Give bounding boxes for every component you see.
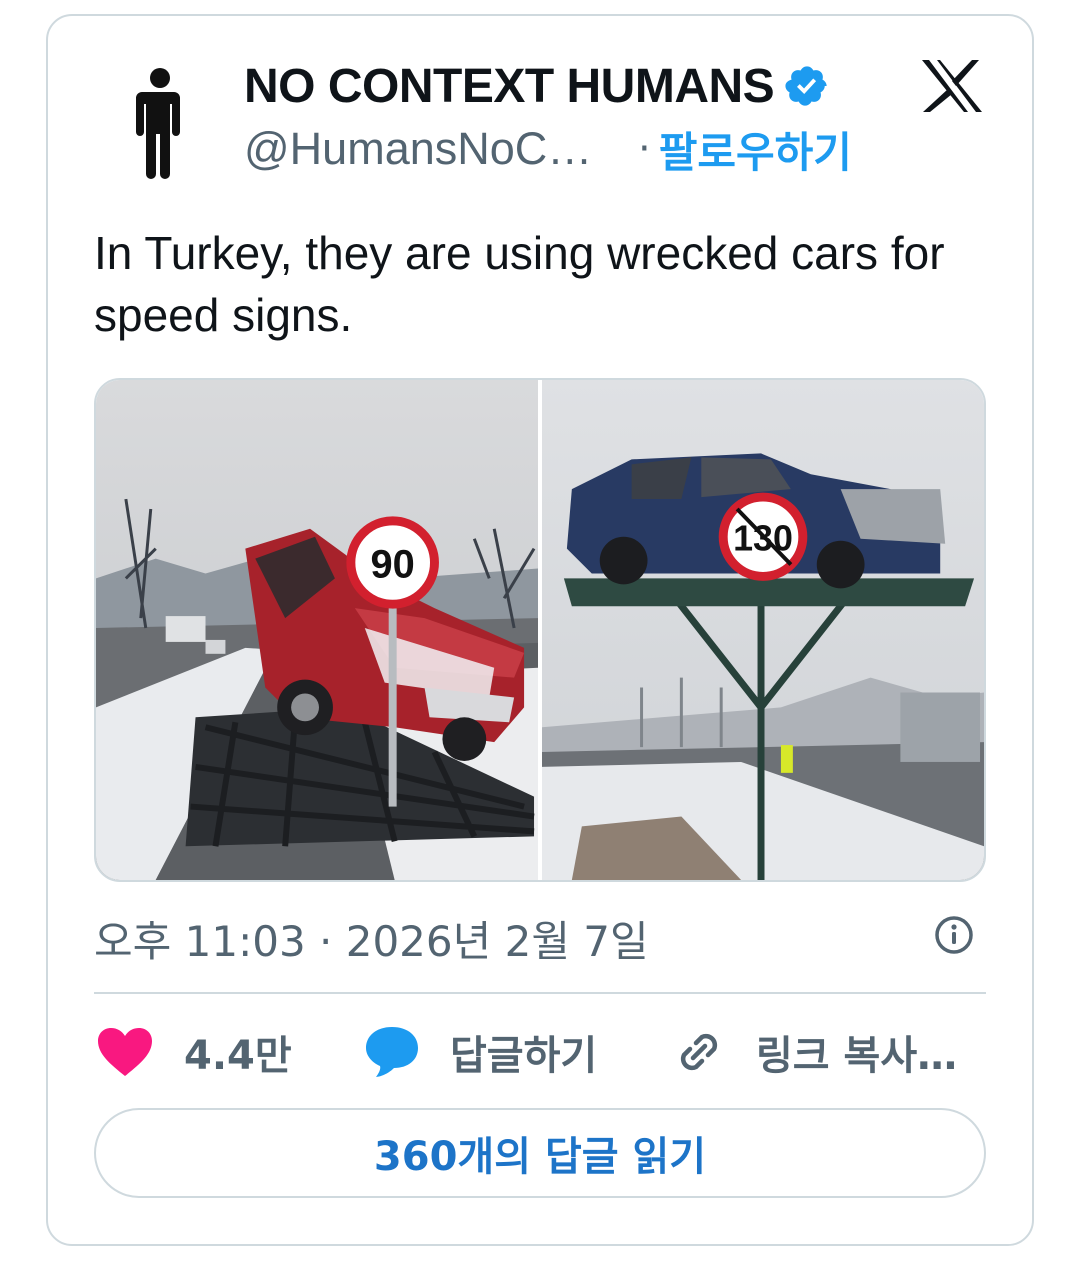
svg-text:90: 90: [371, 542, 415, 586]
heart-icon: [98, 1028, 152, 1076]
verified-badge-icon: [785, 66, 827, 106]
author-handle-row: @HumansNoC… · 팔로우하기: [244, 122, 852, 177]
svg-text:130: 130: [733, 519, 793, 559]
like-count: 4.4만: [184, 1033, 292, 1079]
author-handle[interactable]: @HumansNoC…: [244, 123, 616, 175]
person-silhouette-icon: [96, 58, 224, 186]
separator-dot: ·: [638, 126, 651, 172]
copy-link-label: 링크 복사…: [756, 1033, 958, 1079]
photo-wrecked-blue-car-speed-sign[interactable]: 130: [542, 380, 984, 880]
tweet-timestamp[interactable]: 오후 11:03 · 2026년 2월 7일: [94, 908, 649, 969]
photo-wrecked-red-car-speed-sign[interactable]: 90: [96, 380, 539, 880]
divider: [94, 992, 986, 994]
read-replies-button[interactable]: 360개의 답글 읽기: [94, 1108, 986, 1198]
tweet-text: In Turkey, they are using wrecked cars f…: [94, 227, 945, 341]
author-name-row[interactable]: NO CONTEXT HUMANS: [244, 58, 830, 114]
reply-bubble-icon: [366, 1027, 418, 1077]
reply-button[interactable]: 답글하기: [364, 1022, 597, 1082]
x-logo-icon[interactable]: [920, 58, 984, 114]
reply-label: 답글하기: [450, 1033, 598, 1079]
like-button[interactable]: 4.4만: [96, 1022, 292, 1082]
copy-link-button[interactable]: 링크 복사…: [674, 1022, 957, 1082]
media-gallery[interactable]: 90 130: [94, 378, 986, 882]
avatar[interactable]: [96, 58, 224, 186]
link-icon: [680, 1033, 718, 1071]
info-icon[interactable]: [933, 914, 975, 956]
follow-button[interactable]: 팔로우하기: [659, 119, 852, 180]
author-display-name[interactable]: NO CONTEXT HUMANS: [244, 59, 775, 114]
